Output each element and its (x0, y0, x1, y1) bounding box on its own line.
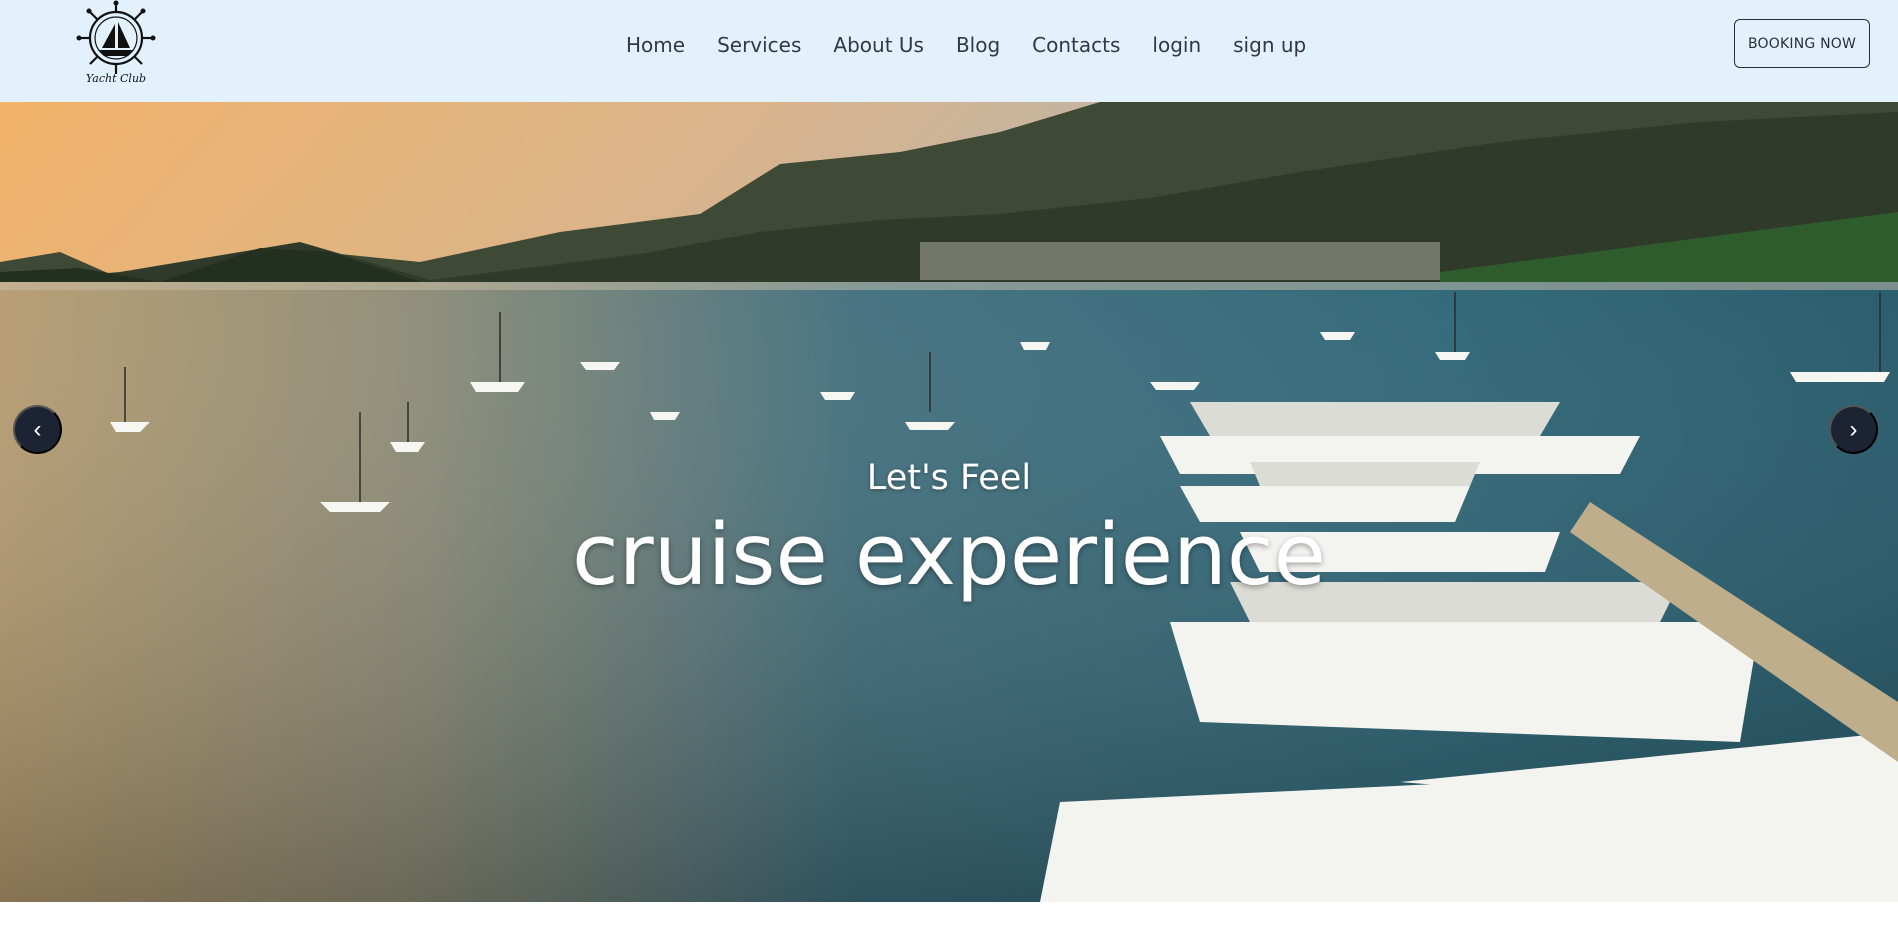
hero-carousel: Let's Feel cruise experience ‹ › (0, 102, 1898, 902)
nav-about-us[interactable]: About Us (833, 30, 924, 60)
nav-services[interactable]: Services (717, 30, 801, 60)
nav-sign-up[interactable]: sign up (1233, 30, 1306, 60)
hero-background-image (0, 102, 1898, 902)
navbar: Yacht Club Home Services About Us Blog C… (0, 0, 1898, 102)
svg-text:Yacht Club: Yacht Club (86, 72, 146, 85)
carousel-next-button[interactable]: › (1829, 405, 1878, 454)
hero-subtitle: Let's Feel (866, 458, 1032, 498)
carousel-prev-button[interactable]: ‹ (13, 405, 62, 454)
hero-title: cruise experience (572, 506, 1326, 605)
nav-home[interactable]: Home (626, 30, 685, 60)
nav-contacts[interactable]: Contacts (1032, 30, 1120, 60)
yacht-club-logo[interactable]: Yacht Club (68, 0, 164, 86)
booking-now-button[interactable]: BOOKING NOW (1734, 19, 1870, 68)
nav-login[interactable]: login (1152, 30, 1201, 60)
main-nav: Home Services About Us Blog Contacts log… (626, 30, 1306, 60)
chevron-left-icon: ‹ (33, 415, 42, 443)
nav-blog[interactable]: Blog (956, 30, 1000, 60)
chevron-right-icon: › (1849, 415, 1858, 443)
